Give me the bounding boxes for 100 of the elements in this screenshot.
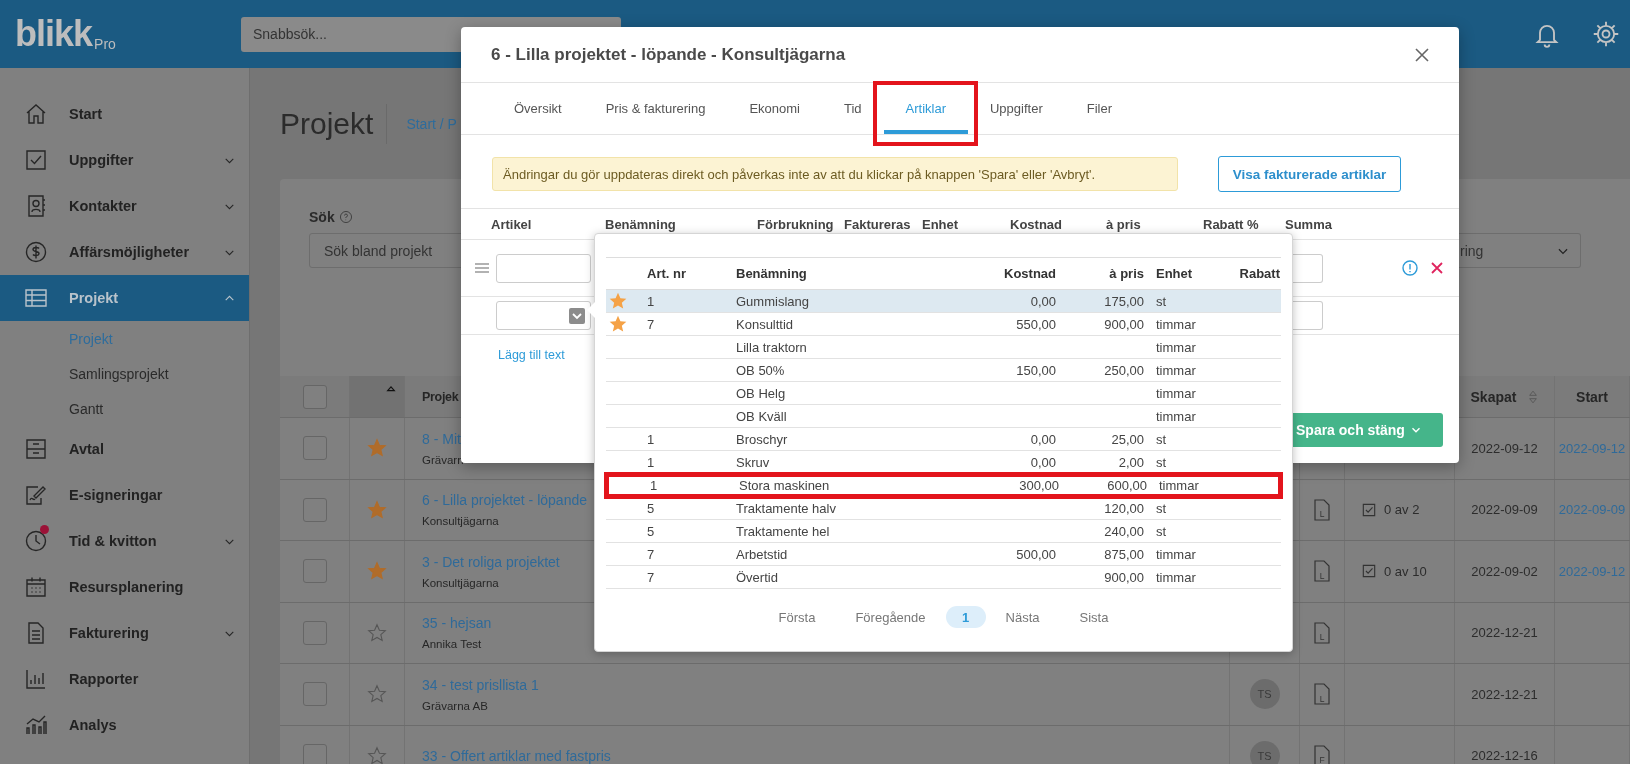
sidebar-item[interactable]: Uppgifter [0, 137, 249, 183]
star-icon[interactable] [367, 684, 387, 705]
document-icon[interactable]: L [1314, 560, 1330, 583]
checkbox[interactable] [302, 497, 327, 522]
sidebar-item[interactable]: Kontakter [0, 183, 249, 229]
page-button[interactable]: Första [758, 606, 836, 628]
list-row[interactable]: 7 Konsulttid 550,00 900,00 timmar [606, 313, 1281, 336]
sidebar-item[interactable]: Analys [0, 702, 249, 748]
page-button[interactable]: Sista [1059, 606, 1129, 628]
invoiced-items-button[interactable]: Visa fakturerade artiklar [1218, 156, 1401, 192]
list-row[interactable]: 5 Traktamente hel 240,00 st [606, 520, 1281, 543]
table-cell: 5 [647, 500, 655, 516]
sidebar-item[interactable]: Rapporter [0, 656, 249, 702]
settings-icon[interactable] [1592, 20, 1620, 48]
star-icon[interactable] [367, 499, 387, 520]
logo[interactable]: blikk [15, 16, 93, 52]
table-cell: OB Helg [736, 385, 786, 401]
sort-icon[interactable] [386, 385, 396, 392]
list-row[interactable]: OB Kväll timmar [606, 405, 1281, 428]
close-icon[interactable] [1430, 261, 1444, 275]
sidebar-item[interactable]: Fakturering [0, 610, 249, 656]
page-button[interactable]: Föregående [835, 606, 946, 628]
checkbox[interactable] [302, 743, 327, 764]
task-count: 0 av 10 [1384, 563, 1427, 579]
select-field[interactable] [496, 301, 591, 330]
sidebar-item[interactable]: Resursplanering [0, 564, 249, 610]
sidebar-item[interactable]: E-signeringar [0, 472, 249, 518]
input-field[interactable] [496, 253, 591, 283]
table-cell: 2022-12-21 [1471, 686, 1538, 702]
table-cell: Stora maskinen [739, 478, 830, 493]
tab[interactable]: Tid [821, 83, 884, 134]
checkbox[interactable] [302, 620, 327, 645]
checkbox[interactable] [302, 682, 327, 707]
tab[interactable]: Filer [1064, 83, 1134, 134]
column-header[interactable]: Skapat [1470, 388, 1517, 405]
table-cell: 25,00 [1111, 431, 1144, 447]
input-field[interactable] [1293, 253, 1323, 283]
table-cell: timmar [1156, 316, 1196, 332]
add-text-link[interactable]: Lägg till text [498, 348, 565, 362]
sidebar-item[interactable]: Start [0, 91, 249, 137]
star-icon[interactable] [367, 561, 387, 582]
tab[interactable]: Översikt [492, 83, 584, 134]
sidebar-subitem[interactable]: Samlingsprojekt [0, 356, 249, 391]
list-row[interactable]: 5 Traktamente halv 120,00 st [606, 497, 1281, 520]
column-header: Artikel [491, 216, 533, 232]
close-icon[interactable] [1414, 46, 1430, 63]
document-icon[interactable]: L [1314, 498, 1330, 521]
tab[interactable]: Artiklar [883, 83, 968, 134]
table-cell: st [1156, 500, 1167, 516]
field-label: Sök [309, 209, 335, 225]
table-cell: 1 [647, 293, 655, 309]
page-button[interactable]: Nästa [985, 606, 1060, 628]
table-cell: 2022-09-02 [1471, 563, 1538, 579]
table-cell: 240,00 [1104, 523, 1144, 539]
column-header[interactable]: Projek [422, 389, 459, 404]
checkbox[interactable] [302, 384, 327, 409]
table-cell: Traktamente hel [736, 523, 830, 539]
list-row[interactable]: 7 Arbetstid 500,00 875,00 timmar [606, 543, 1281, 566]
table-cell: 875,00 [1104, 546, 1144, 562]
list-row[interactable]: 1 Broschyr 0,00 25,00 st [606, 428, 1281, 451]
sidebar-item[interactable]: Avtal [0, 426, 249, 472]
column-header[interactable]: Start [1576, 388, 1608, 405]
document-icon[interactable]: F [1314, 744, 1330, 764]
tab[interactable]: Ekonomi [727, 83, 822, 134]
list-row[interactable]: OB Helg timmar [606, 382, 1281, 405]
column-header: à pris [1108, 266, 1144, 281]
sidebar-item[interactable]: Affärsmöjligheter [0, 229, 249, 275]
drag-handle-icon[interactable] [475, 263, 489, 273]
sidebar-subitem[interactable]: Gantt [0, 391, 249, 426]
star-icon[interactable] [367, 745, 387, 764]
star-icon[interactable] [367, 622, 387, 643]
table-cell: Broschyr [736, 431, 788, 447]
table-cell: 300,00 [1019, 478, 1059, 493]
list-row[interactable]: Lilla traktorn timmar [606, 336, 1281, 359]
list-row[interactable]: 7 Övertid 900,00 timmar [606, 566, 1281, 589]
page-button[interactable]: 1 [945, 606, 986, 628]
document-icon[interactable]: L [1314, 621, 1330, 644]
tab[interactable]: Uppgifter [968, 83, 1065, 134]
checkbox[interactable] [302, 436, 327, 461]
list-row[interactable]: 1 Stora maskinen 300,00 600,00 timmar [606, 474, 1281, 497]
checkbox[interactable] [302, 559, 327, 584]
table-cell: Arbetstid [736, 546, 788, 562]
house-icon [24, 102, 48, 126]
table-cell: timmar [1156, 385, 1196, 401]
help-icon[interactable] [338, 210, 353, 224]
document-icon[interactable]: L [1314, 683, 1330, 706]
tab[interactable]: Pris & fakturering [583, 83, 728, 134]
customer-name: Konsultjägarna [422, 515, 499, 528]
column-header: Enhet [1155, 266, 1194, 281]
input-field[interactable] [1293, 301, 1323, 330]
sidebar-item[interactable]: Tid & kvitton [0, 518, 249, 564]
table-cell: 7 [647, 316, 655, 332]
table-cell: st [1156, 293, 1167, 309]
star-icon[interactable] [367, 438, 387, 459]
sidebar-item[interactable]: Projekt [0, 275, 249, 321]
list-row[interactable]: 1 Gummislang 0,00 175,00 st [606, 290, 1281, 313]
info-icon[interactable] [1402, 260, 1418, 276]
signature-icon [24, 483, 48, 507]
list-row[interactable]: 1 Skruv 0,00 2,00 st [606, 451, 1281, 474]
list-row[interactable]: OB 50% 150,00 250,00 timmar [606, 359, 1281, 382]
